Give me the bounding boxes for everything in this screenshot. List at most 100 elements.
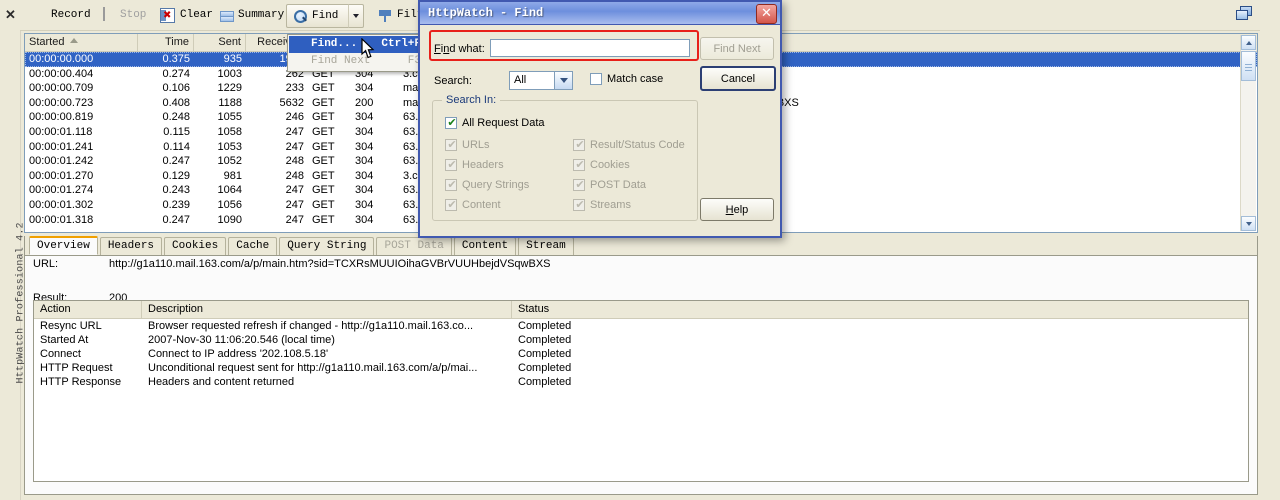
scroll-down-button[interactable]	[1241, 216, 1256, 231]
summary-label: Summary	[238, 9, 285, 21]
cell-method: GET	[312, 198, 335, 211]
checkbox-label: Result/Status Code	[590, 139, 685, 151]
overview-grid-body: Resync URL Browser requested refresh if c…	[34, 319, 1248, 389]
tab-stream[interactable]: Stream	[518, 237, 574, 255]
overview-row[interactable]: Connect Connect to IP address '202.108.5.…	[34, 347, 1248, 361]
help-button[interactable]: Help	[700, 198, 774, 221]
checkbox-label: Content	[462, 199, 501, 211]
close-icon[interactable]: ✕	[756, 4, 777, 24]
find-dialog-title: HttpWatch - Find	[428, 6, 544, 20]
close-icon[interactable]: ✕	[4, 8, 17, 21]
stop-label: Stop	[120, 9, 147, 21]
clear-icon	[160, 7, 175, 23]
overview-row[interactable]: HTTP Response Headers and content returne…	[34, 375, 1248, 389]
menu-item-find[interactable]: Find... Ctrl+F	[289, 36, 429, 53]
cell-sent: 1058	[217, 125, 242, 138]
checkbox-content: Content	[445, 198, 501, 211]
tab-cache[interactable]: Cache	[228, 237, 278, 255]
overview-column-status[interactable]: Status	[512, 301, 1248, 318]
cell-time: 0.375	[162, 53, 190, 65]
tab-query-string[interactable]: Query String	[279, 237, 375, 255]
cell-result: 304	[355, 155, 374, 168]
checkbox-label: URLs	[462, 139, 490, 151]
detail-tab-strip: Overview Headers Cookies Cache Query String P…	[25, 236, 1257, 256]
summary-button[interactable]: Summary	[213, 4, 290, 26]
checkbox-label: Cookies	[590, 159, 630, 171]
find-next-button: Find Next	[700, 37, 774, 60]
column-header-started[interactable]: Started	[25, 34, 138, 51]
tab-cookies[interactable]: Cookies	[164, 237, 227, 255]
cell-time: 0.239	[162, 198, 190, 211]
tab-overview[interactable]: Overview	[29, 236, 98, 255]
search-scope-select[interactable]: All	[509, 71, 573, 90]
checkbox-box	[445, 178, 458, 191]
cell-result: 304	[355, 125, 374, 138]
cell-time: 0.115	[163, 125, 190, 138]
find-dialog-titlebar[interactable]: HttpWatch - Find ✕	[420, 2, 780, 25]
checkbox-box	[590, 73, 602, 85]
cell-sent: 1064	[217, 184, 242, 197]
overview-row[interactable]: Resync URL Browser requested refresh if c…	[34, 319, 1248, 333]
cell-time: 0.114	[163, 140, 190, 153]
match-case-checkbox[interactable]: Match case	[590, 73, 663, 85]
cell-time: 0.243	[162, 184, 190, 197]
overview-cell-status: Completed	[518, 362, 572, 374]
cell-method: GET	[312, 155, 335, 168]
brand-strip: ✕ HttpWatch Professional 4.2	[0, 0, 27, 500]
cell-started: 00:00:01.241	[29, 140, 94, 153]
tab-headers[interactable]: Headers	[99, 237, 163, 255]
window-cascade-icon[interactable]	[1236, 6, 1252, 20]
overview-row[interactable]: HTTP Request Unconditional request sent f…	[34, 361, 1248, 375]
cell-time: 0.408	[162, 96, 190, 109]
find-label: Find	[312, 10, 339, 22]
checkbox-label: Headers	[462, 159, 504, 171]
scrollbar-thumb[interactable]	[1241, 51, 1256, 81]
record-button[interactable]: Record	[26, 4, 97, 26]
checkbox-box	[445, 138, 458, 151]
cell-method: GET	[312, 96, 335, 109]
overview-grid: Action Description Status Resync URL Brow…	[33, 300, 1249, 482]
column-header-time[interactable]: Time	[138, 34, 194, 51]
cancel-button[interactable]: Cancel	[700, 66, 776, 91]
cell-sent: 981	[223, 169, 242, 182]
overview-column-action[interactable]: Action	[34, 301, 142, 318]
column-header-sent[interactable]: Sent	[194, 34, 246, 51]
cell-received: 248	[285, 155, 304, 168]
overview-cell-status: Completed	[518, 320, 572, 332]
search-in-group: Search In: All Request Data URLs Headers…	[432, 94, 698, 221]
clear-button[interactable]: Clear	[153, 4, 219, 26]
scroll-up-button[interactable]	[1241, 35, 1256, 50]
find-what-input[interactable]	[490, 39, 690, 57]
cell-started: 00:00:01.270	[29, 169, 94, 182]
find-dropdown-button[interactable]	[348, 4, 364, 28]
menu-item-find-next: Find Next F3	[289, 53, 429, 70]
overview-cell-description: 2007-Nov-30 11:06:20.546 (local time)	[148, 334, 335, 346]
checkbox-all-request-data[interactable]: All Request Data	[445, 116, 545, 129]
checkbox-box	[573, 138, 586, 151]
cell-sent: 1053	[217, 140, 242, 153]
checkbox-streams: Streams	[573, 198, 631, 211]
record-label: Record	[51, 9, 91, 21]
checkbox-box	[445, 116, 458, 129]
overview-row[interactable]: Started At 2007-Nov-30 11:06:20.546 (loca…	[34, 333, 1248, 347]
checkbox-box	[573, 178, 586, 191]
overview-cell-action: Resync URL	[40, 320, 102, 332]
overview-grid-header: Action Description Status	[34, 301, 1248, 319]
cell-started: 00:00:00.709	[29, 82, 94, 95]
cell-result: 304	[355, 111, 374, 124]
cell-received: 247	[285, 184, 304, 197]
overview-cell-status: Completed	[518, 376, 572, 388]
cell-received: 246	[285, 111, 304, 124]
overview-cell-description: Connect to IP address '202.108.5.18'	[148, 348, 329, 360]
tab-content[interactable]: Content	[453, 237, 517, 255]
cell-sent: 1056	[217, 198, 242, 211]
search-scope-value: All	[514, 74, 527, 86]
cell-started: 00:00:01.302	[29, 198, 94, 211]
sort-ascending-icon	[70, 38, 79, 43]
grid-vertical-scrollbar[interactable]	[1240, 35, 1256, 231]
find-what-label: Find what:	[434, 43, 485, 55]
checkbox-cookies: Cookies	[573, 158, 630, 171]
chevron-down-icon	[353, 14, 359, 18]
overview-column-description[interactable]: Description	[142, 301, 512, 318]
cell-started: 00:00:00.819	[29, 111, 94, 124]
